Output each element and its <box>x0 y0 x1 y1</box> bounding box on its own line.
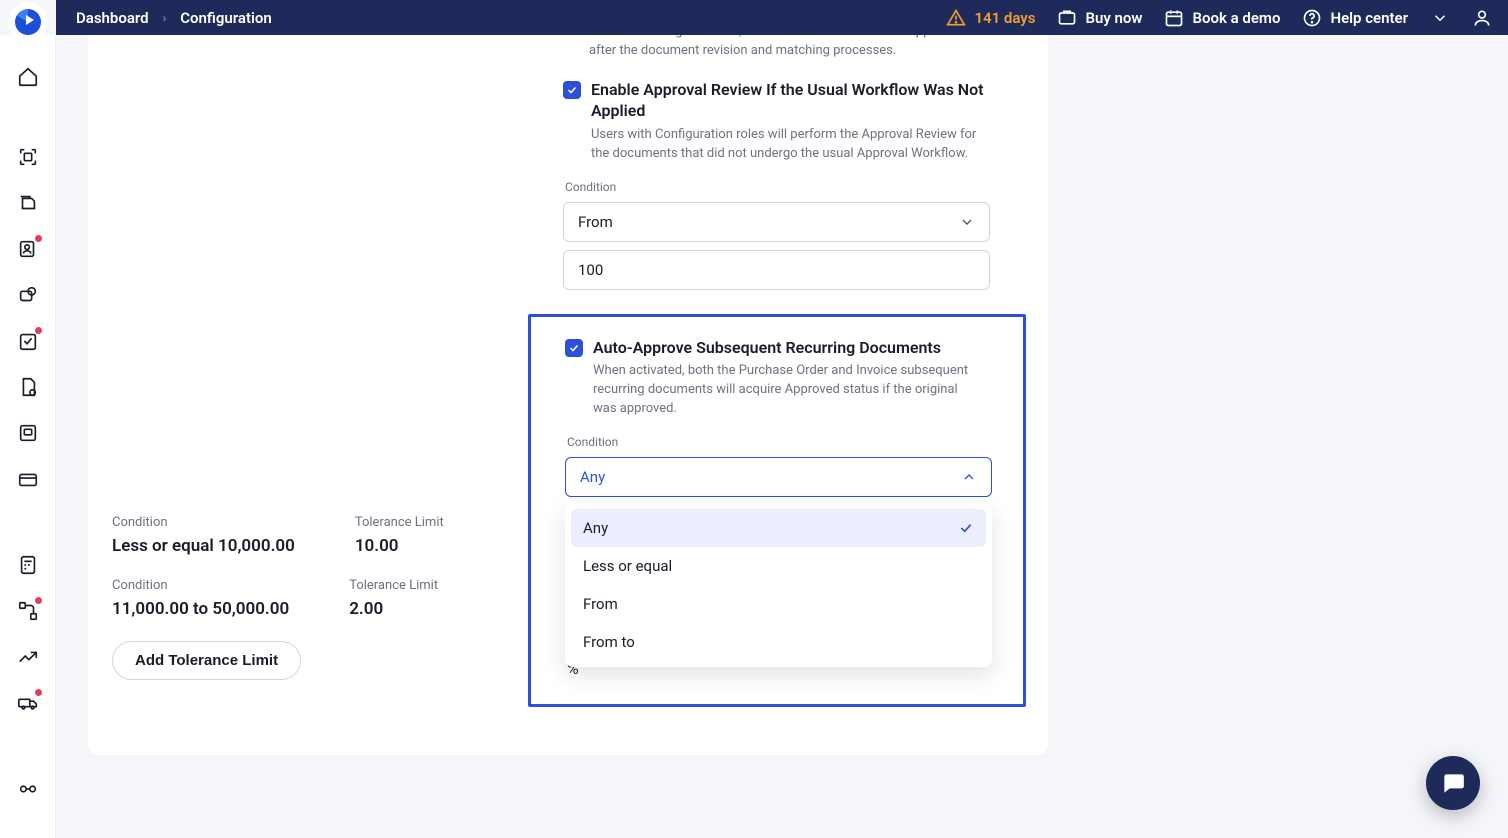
cart-icon <box>1057 8 1077 28</box>
dropdown-option-from[interactable]: From <box>571 585 986 623</box>
chevron-right-icon: › <box>163 11 167 25</box>
content-card: Condition Less or equal 10,000.00 Tolera… <box>88 35 1048 755</box>
nav-requests-icon[interactable] <box>16 191 40 215</box>
nav-approvals-icon[interactable] <box>16 329 40 353</box>
setting-description: Users with Configuration roles will perf… <box>591 126 981 164</box>
tolerance-limit-value: 2.00 <box>349 599 438 619</box>
sidebar <box>0 35 56 838</box>
condition-select[interactable]: From <box>563 202 990 242</box>
alert-triangle-icon <box>946 8 966 28</box>
nav-payments-icon[interactable] <box>16 467 40 491</box>
book-demo-button[interactable]: Book a demo <box>1164 8 1280 28</box>
nav-workflow-icon[interactable] <box>16 599 40 623</box>
nav-link-icon[interactable] <box>16 777 40 801</box>
check-icon <box>958 520 974 536</box>
condition-value: Less or equal 10,000.00 <box>112 536 295 556</box>
help-center-button[interactable]: Help center <box>1302 8 1408 28</box>
tolerance-list: Condition Less or equal 10,000.00 Tolera… <box>112 515 542 680</box>
option-label: Any <box>583 519 608 537</box>
chevron-up-icon <box>961 469 977 485</box>
chat-bubble[interactable] <box>1426 756 1480 810</box>
nav-budget-icon[interactable] <box>16 283 40 307</box>
nav-calc-icon[interactable] <box>16 553 40 577</box>
dropdown-option-from-to[interactable]: From to <box>571 623 986 661</box>
setting-approval-review: Enable Approval Review If the Usual Work… <box>563 79 1063 290</box>
condition-label: Condition <box>112 515 295 530</box>
chat-icon <box>1440 770 1466 796</box>
book-demo-label: Book a demo <box>1192 9 1280 27</box>
option-label: From <box>583 595 618 613</box>
option-label: Less or equal <box>583 557 672 575</box>
nav-shipping-icon[interactable] <box>16 691 40 715</box>
nav-docs-icon[interactable] <box>16 375 40 399</box>
tolerance-limit-label: Tolerance Limit <box>349 578 438 593</box>
checkbox-approval-review[interactable] <box>563 81 581 99</box>
user-icon[interactable] <box>1472 8 1492 28</box>
condition-label: Condition <box>565 180 1063 194</box>
notification-dot <box>35 689 42 696</box>
setting-description: When activated, both the Purchase Order … <box>593 362 983 419</box>
add-tolerance-button[interactable]: Add Tolerance Limit <box>112 641 301 680</box>
dropdown-option-less-or-equal[interactable]: Less or equal <box>571 547 986 585</box>
nav-contacts-icon[interactable] <box>16 237 40 261</box>
condition-label: Condition <box>112 578 289 593</box>
main-content: Condition Less or equal 10,000.00 Tolera… <box>56 35 1508 838</box>
condition-value: 11,000.00 to 50,000.00 <box>112 599 289 619</box>
tolerance-limit-label: Tolerance Limit <box>355 515 444 530</box>
header-right: 141 days Buy now Book a demo Help center <box>946 8 1492 28</box>
help-icon <box>1302 8 1322 28</box>
notification-dot <box>35 597 42 604</box>
tolerance-row: Condition 11,000.00 to 50,000.00 Toleran… <box>112 578 542 619</box>
notification-dot <box>35 327 42 334</box>
select-value: Any <box>580 468 605 486</box>
breadcrumb-item[interactable]: Dashboard <box>76 9 149 27</box>
condition-label: Condition <box>567 435 989 449</box>
nav-archive-icon[interactable] <box>16 421 40 445</box>
input-value: 100 <box>578 261 603 279</box>
notification-dot <box>35 235 42 242</box>
buy-now-button[interactable]: Buy now <box>1057 8 1142 28</box>
nav-reports-icon[interactable] <box>16 645 40 669</box>
logo-play-icon <box>15 9 41 35</box>
tolerance-row: Condition Less or equal 10,000.00 Tolera… <box>112 515 542 556</box>
condition-select-open[interactable]: Any <box>565 457 992 497</box>
app-logo[interactable] <box>8 2 48 42</box>
nav-capture-icon[interactable] <box>16 145 40 169</box>
select-value: From <box>578 213 613 231</box>
condition-value-input[interactable]: 100 <box>563 250 990 290</box>
calendar-icon <box>1164 8 1184 28</box>
breadcrumb-item[interactable]: Configuration <box>180 9 272 27</box>
tolerance-limit-value: 10.00 <box>355 536 444 556</box>
setting-description: With this setting activated, the set TL … <box>589 35 969 61</box>
top-header: Dashboard › Configuration 141 days Buy n… <box>56 0 1508 35</box>
setting-auto-approve-highlight: Auto-Approve Subsequent Recurring Docume… <box>528 314 1026 707</box>
nav-home-icon[interactable] <box>16 65 40 89</box>
dropdown-option-any[interactable]: Any <box>571 509 986 547</box>
help-center-label: Help center <box>1330 9 1408 27</box>
setting-title: Auto-Approve Subsequent Recurring Docume… <box>593 337 941 359</box>
trial-days-badge[interactable]: 141 days <box>946 8 1035 28</box>
option-label: From to <box>583 633 635 651</box>
settings-column: With this setting activated, the set TL … <box>563 35 1063 707</box>
breadcrumb: Dashboard › Configuration <box>76 9 272 27</box>
buy-now-label: Buy now <box>1085 9 1142 27</box>
chevron-down-icon[interactable] <box>1430 8 1450 28</box>
chevron-down-icon <box>959 214 975 230</box>
condition-dropdown: Any Less or equal From From to <box>565 503 992 667</box>
setting-title: Enable Approval Review If the Usual Work… <box>591 79 991 122</box>
trial-days-label: 141 days <box>974 9 1035 27</box>
checkbox-auto-approve[interactable] <box>565 339 583 357</box>
